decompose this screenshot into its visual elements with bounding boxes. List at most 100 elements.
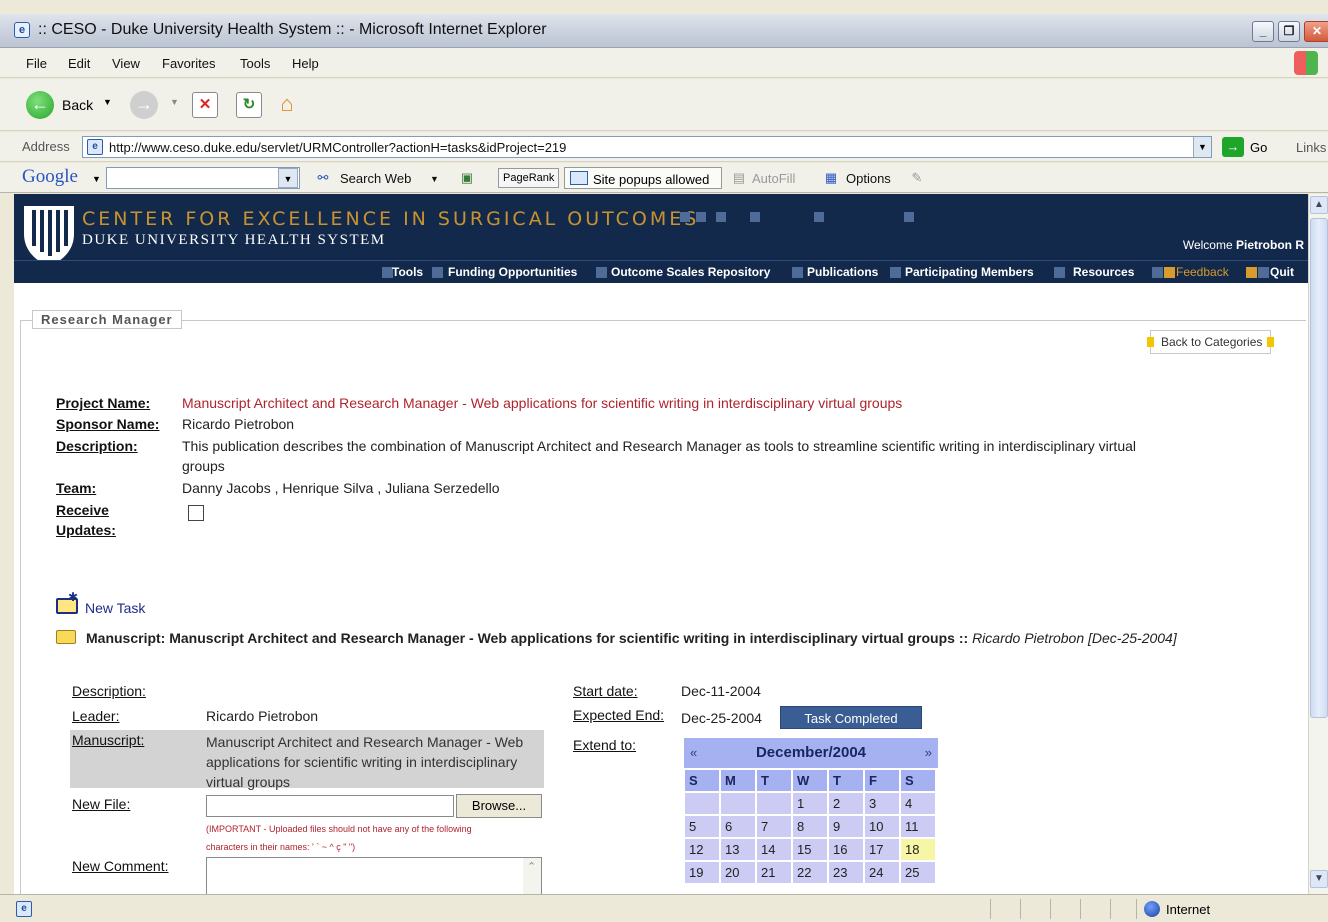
menu-edit[interactable]: Edit [68,56,90,71]
address-input[interactable]: e http://www.ceso.duke.edu/servlet/URMCo… [82,136,1212,158]
calendar-day[interactable]: 8 [793,816,827,837]
forward-dropdown-icon[interactable]: ▼ [170,97,179,107]
menu-view[interactable]: View [112,56,140,71]
page-vertical-scrollbar[interactable]: ▲ ▼ [1308,194,1328,894]
nav-funding-opportunities[interactable]: Funding Opportunities [448,265,577,279]
calendar-day[interactable]: 2 [829,793,863,814]
go-button-label[interactable]: Go [1250,140,1267,155]
calendar-day[interactable]: 16 [829,839,863,860]
nav-publications[interactable]: Publications [807,265,878,279]
calendar-day[interactable]: 19 [685,862,719,883]
options-icon[interactable]: ▦ [822,169,840,187]
scroll-thumb[interactable] [1310,218,1328,718]
nav-outcome-scales-repository[interactable]: Outcome Scales Repository [611,265,770,279]
nav-quit[interactable]: Quit [1270,265,1294,279]
upload-warning: (IMPORTANT - Uploaded files should not h… [206,820,516,856]
close-button[interactable]: ✕ [1304,21,1328,42]
menu-favorites[interactable]: Favorites [162,56,215,71]
google-search-dropdown-icon[interactable]: ▼ [278,168,298,188]
task-completed-button[interactable]: Task Completed [780,706,922,729]
autofill-icon[interactable]: ▤ [730,169,748,187]
home-icon[interactable]: ⌂ [274,92,300,118]
refresh-icon[interactable]: ↻ [236,92,262,118]
calendar-next-month-icon[interactable]: » [925,745,932,760]
calendar-day[interactable]: 7 [757,816,791,837]
popup-blocker-button[interactable]: Site popups allowed [564,167,722,189]
calendar-day[interactable]: 6 [721,816,755,837]
calendar-day[interactable]: 25 [901,862,935,883]
search-web-dropdown-icon[interactable]: ▼ [430,174,439,184]
site-title[interactable]: CENTER FOR EXCELLENCE IN SURGICAL OUTCOM… [82,208,699,230]
task-leader-label: Leader: [72,708,120,724]
extend-to-label: Extend to: [573,737,637,753]
calendar-day[interactable]: 20 [721,862,755,883]
back-arrow-icon[interactable]: ← [26,91,54,119]
menu-tools[interactable]: Tools [240,56,270,71]
comment-scroll-up-icon[interactable] [523,858,541,894]
receive-updates-checkbox[interactable] [188,505,204,521]
google-logo[interactable]: Google [22,166,78,188]
back-to-categories-button[interactable]: Back to Categories [1147,330,1275,354]
address-url[interactable]: http://www.ceso.duke.edu/servlet/URMCont… [109,140,566,155]
new-comment-textarea[interactable] [206,857,542,894]
google-menu-dropdown-icon[interactable]: ▼ [92,174,101,184]
pagerank-indicator[interactable]: PageRank [498,168,560,188]
calendar-day[interactable]: 14 [757,839,791,860]
calendar-day[interactable]: 17 [865,839,899,860]
search-web-button[interactable]: Search Web [340,171,411,186]
calendar-day[interactable]: 3 [865,793,899,814]
scroll-down-icon[interactable]: ▼ [1310,870,1328,888]
new-file-label: New File: [72,796,131,812]
new-file-input[interactable] [206,795,454,817]
google-search-input[interactable] [106,167,300,189]
minimize-button[interactable]: _ [1252,21,1274,42]
back-button-label[interactable]: Back [62,97,93,113]
menu-file[interactable]: File [26,56,47,71]
calendar-day[interactable]: 13 [721,839,755,860]
links-label[interactable]: Links [1296,140,1326,155]
calendar-day[interactable]: 9 [829,816,863,837]
autofill-button[interactable]: AutoFill [752,171,795,186]
description-label: Description: [56,438,138,454]
calendar-day[interactable]: 11 [901,816,935,837]
calendar-day[interactable]: 24 [865,862,899,883]
scroll-up-icon[interactable]: ▲ [1310,196,1328,214]
calendar-day[interactable]: 18 [901,839,935,860]
calendar-day[interactable]: 1 [793,793,827,814]
stop-icon[interactable]: ✕ [192,92,218,118]
back-dropdown-icon[interactable]: ▼ [103,97,112,107]
header-square-2 [696,212,706,222]
options-button[interactable]: Options [846,171,891,186]
calendar-day[interactable]: 15 [793,839,827,860]
calendar-empty-cell [685,793,719,814]
nav-participating-members[interactable]: Participating Members [905,265,1034,279]
forward-arrow-icon[interactable]: → [130,91,158,119]
page-icon: e [87,139,103,155]
manuscript-heading[interactable]: Manuscript: Manuscript Architect and Res… [56,628,1276,648]
nav-resources[interactable]: Resources [1073,265,1134,279]
menu-help[interactable]: Help [292,56,319,71]
calendar-weekday: F [865,770,899,791]
calendar-day[interactable]: 5 [685,816,719,837]
nav-separator [596,267,607,278]
nav-feedback[interactable]: Feedback [1176,265,1229,279]
browse-button[interactable]: Browse... [456,794,542,818]
calendar-day[interactable]: 22 [793,862,827,883]
go-arrow-icon[interactable]: → [1222,137,1244,157]
address-dropdown-icon[interactable]: ▼ [1193,137,1211,157]
header-square-1 [680,212,690,222]
expected-end-value: Dec-25-2004 [681,710,762,726]
calendar-day[interactable]: 4 [901,793,935,814]
duke-shield-logo-icon [24,206,74,266]
calendar-day[interactable]: 10 [865,816,899,837]
calendar-day[interactable]: 23 [829,862,863,883]
news-icon[interactable]: ▣ [458,169,476,187]
calendar-day[interactable]: 12 [685,839,719,860]
nav-tools[interactable]: Tools [392,265,423,279]
calendar-day[interactable]: 21 [757,862,791,883]
highlighter-icon[interactable]: ✎ [908,169,926,187]
new-task-link[interactable]: New Task [85,600,145,616]
calendar-empty-cell [757,793,791,814]
new-task-icon[interactable] [56,590,78,614]
maximize-button[interactable]: ❐ [1278,21,1300,42]
